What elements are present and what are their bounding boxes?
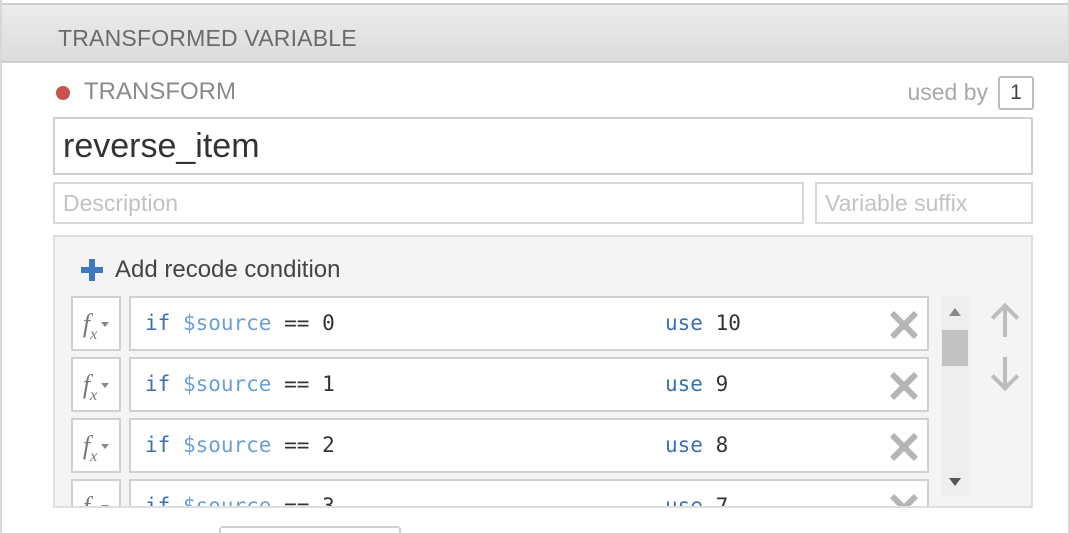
transform-label: TRANSFORM — [84, 78, 236, 105]
status-dot-icon — [56, 86, 70, 100]
bottom-button-edge[interactable] — [219, 526, 401, 533]
use-keyword: use — [665, 433, 703, 457]
condition-row: fx if $source == 0 use 10 — [71, 296, 931, 351]
result-value: 10 — [715, 311, 741, 335]
transform-header: TRANSFORM used by 1 — [54, 76, 1034, 110]
condition-expression-field[interactable]: if $source == 2 use 8 — [129, 418, 929, 473]
condition-expression-field[interactable]: if $source == 3 use 7 — [129, 479, 929, 506]
source-variable: $source — [182, 433, 272, 457]
chevron-down-icon — [101, 444, 110, 449]
used-by-label: used by — [907, 79, 988, 105]
condition-list-scrollbar[interactable] — [941, 296, 969, 496]
plus-icon — [81, 259, 103, 281]
operator: == — [284, 372, 310, 396]
result-value: 8 — [715, 433, 729, 457]
panel-title: TRANSFORMED VARIABLE — [58, 25, 357, 51]
operator: == — [284, 433, 310, 457]
close-icon[interactable] — [889, 432, 919, 462]
if-keyword: if — [145, 433, 171, 457]
fx-icon: fx — [82, 430, 98, 465]
recode-conditions-box: Add recode condition fx if $source == 0 … — [53, 235, 1033, 508]
scroll-thumb[interactable] — [942, 330, 968, 366]
used-by-count-badge[interactable]: 1 — [998, 76, 1034, 110]
condition-row: fx if $source == 1 use 9 — [71, 357, 931, 412]
close-icon[interactable] — [889, 310, 919, 340]
panel-header: TRANSFORMED VARIABLE — [2, 3, 1068, 63]
condition-expression-field[interactable]: if $source == 1 use 9 — [129, 357, 929, 412]
scroll-down-icon[interactable] — [949, 478, 961, 486]
operator: == — [284, 494, 310, 506]
close-icon[interactable] — [889, 493, 919, 506]
condition-expression-field[interactable]: if $source == 0 use 10 — [129, 296, 929, 351]
chevron-down-icon — [101, 383, 110, 388]
add-recode-condition-label: Add recode condition — [115, 256, 341, 283]
condition-value: 3 — [322, 494, 335, 506]
arrow-up-icon[interactable] — [985, 302, 1025, 341]
chevron-down-icon — [101, 322, 110, 327]
add-recode-condition-button[interactable]: Add recode condition — [81, 253, 341, 287]
source-variable: $source — [182, 372, 272, 396]
condition-row: fx if $source == 3 use 7 — [71, 479, 931, 506]
if-keyword: if — [145, 372, 171, 396]
function-menu-button[interactable]: fx — [71, 479, 121, 506]
result-value: 9 — [715, 372, 729, 396]
transform-name-input[interactable]: reverse_item — [53, 117, 1033, 175]
close-icon[interactable] — [889, 371, 919, 401]
arrow-down-icon[interactable] — [985, 355, 1025, 393]
if-keyword: if — [145, 311, 171, 335]
result-value: 7 — [715, 494, 729, 506]
function-menu-button[interactable]: fx — [71, 418, 121, 473]
use-keyword: use — [665, 494, 703, 506]
use-keyword: use — [665, 311, 703, 335]
condition-value: 0 — [322, 311, 335, 335]
fx-icon: fx — [82, 308, 98, 343]
variable-suffix-input[interactable]: Variable suffix — [815, 182, 1033, 224]
condition-list[interactable]: fx if $source == 0 use 10 fx if $source … — [71, 296, 931, 506]
function-menu-button[interactable]: fx — [71, 296, 121, 351]
condition-value: 2 — [322, 433, 335, 457]
if-keyword: if — [145, 494, 171, 506]
condition-value: 1 — [322, 372, 335, 396]
source-variable: $source — [182, 494, 272, 506]
function-menu-button[interactable]: fx — [71, 357, 121, 412]
source-variable: $source — [182, 311, 272, 335]
description-input[interactable]: Description — [53, 182, 804, 224]
fx-icon: fx — [82, 369, 98, 404]
fx-icon: fx — [82, 491, 91, 507]
condition-row: fx if $source == 2 use 8 — [71, 418, 931, 473]
operator: == — [284, 311, 310, 335]
use-keyword: use — [665, 372, 703, 396]
scroll-up-icon[interactable] — [949, 308, 961, 316]
chevron-down-icon — [101, 505, 110, 506]
